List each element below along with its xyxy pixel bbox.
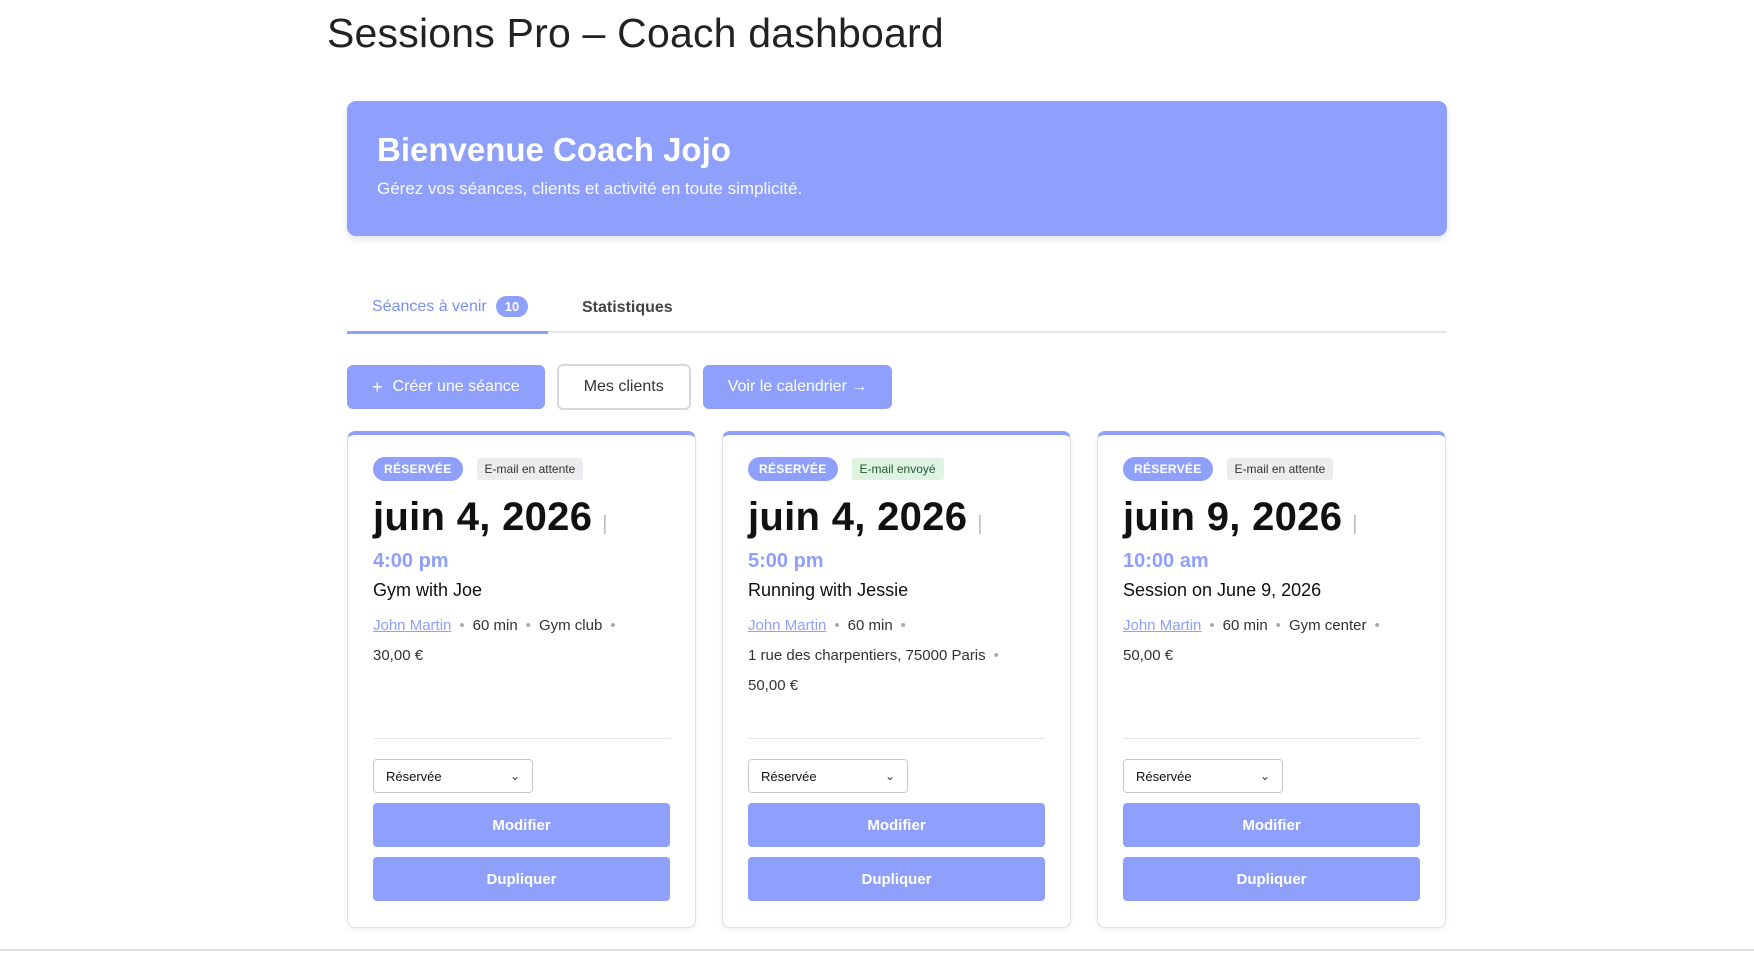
tab-bar: Séances à venir 10 Statistiques <box>347 282 1447 334</box>
chevron-down-icon: ⌄ <box>1259 769 1270 783</box>
my-clients-button[interactable]: Mes clients <box>556 364 691 410</box>
session-location: Gym club <box>538 617 603 634</box>
session-meta: John Martin • 60 min • Gym club • 30,00 € <box>373 617 616 664</box>
email-status-badge: E-mail en attente <box>1226 458 1334 480</box>
page-title: Sessions Pro – Coach dashboard <box>327 10 944 56</box>
session-location: Gym center <box>1288 617 1367 634</box>
page-bottom-divider <box>0 949 1754 951</box>
session-meta: John Martin • 60 min • 1 rue des charpentie… <box>748 617 999 694</box>
duplicate-button[interactable]: Dupliquer <box>1123 857 1420 901</box>
status-select[interactable]: Réservée ⌄ <box>373 759 533 793</box>
session-location: 1 rue des charpentiers, 75000 Paris <box>748 647 986 664</box>
tab-statistics[interactable]: Statistiques <box>582 282 673 333</box>
session-price: 50,00 € <box>1123 647 1174 664</box>
upcoming-count-badge: 10 <box>495 296 529 317</box>
session-price: 50,00 € <box>748 677 799 694</box>
email-status-badge: E-mail en attente <box>476 458 584 480</box>
status-select-value: Réservée <box>761 768 817 784</box>
session-price: 30,00 € <box>373 647 424 664</box>
welcome-subtitle: Gérez vos séances, clients et activité e… <box>377 179 803 198</box>
card-footer: Réservée ⌄ Modifier Dupliquer <box>748 738 1045 901</box>
status-select-value: Réservée <box>1136 768 1192 784</box>
session-time: 5:00 pm <box>748 550 824 572</box>
status-badge: RÉSERVÉE <box>373 457 463 481</box>
session-meta: John Martin • 60 min • Gym center • 50,00 € <box>1123 617 1380 664</box>
create-session-label: Créer une séance <box>392 378 520 395</box>
duplicate-button[interactable]: Dupliquer <box>748 857 1045 901</box>
client-link[interactable]: John Martin <box>373 617 451 634</box>
edit-button[interactable]: Modifier <box>748 803 1045 847</box>
session-card: RÉSERVÉE E-mail envoyé juin 4, 2026 | 5:… <box>722 431 1071 928</box>
card-footer: Réservée ⌄ Modifier Dupliquer <box>1123 738 1420 901</box>
session-time: 4:00 pm <box>373 550 449 572</box>
welcome-banner: Bienvenue Coach Jojo Gérez vos séances, … <box>347 101 1447 236</box>
session-date: juin 9, 2026 <box>1123 495 1343 539</box>
chevron-down-icon: ⌄ <box>884 769 895 783</box>
status-select[interactable]: Réservée ⌄ <box>748 759 908 793</box>
session-duration: 60 min <box>1222 617 1268 634</box>
status-select[interactable]: Réservée ⌄ <box>1123 759 1283 793</box>
plus-icon: + <box>372 376 383 397</box>
session-time: 10:00 am <box>1123 550 1209 572</box>
welcome-title: Bienvenue Coach Jojo <box>377 131 731 168</box>
create-session-button[interactable]: + Créer une séance <box>347 365 545 409</box>
view-calendar-button[interactable]: Voir le calendrier → <box>702 365 893 409</box>
action-bar: + Créer une séance Mes clients Voir le c… <box>347 364 893 410</box>
session-cards: RÉSERVÉE E-mail en attente juin 4, 2026 … <box>347 431 1446 928</box>
session-card: RÉSERVÉE E-mail en attente juin 4, 2026 … <box>347 431 696 928</box>
status-select-value: Réservée <box>386 768 442 784</box>
status-badge: RÉSERVÉE <box>748 457 838 481</box>
session-duration: 60 min <box>847 617 893 634</box>
duplicate-button[interactable]: Dupliquer <box>373 857 670 901</box>
email-status-badge: E-mail envoyé <box>851 458 944 480</box>
status-badge: RÉSERVÉE <box>1123 457 1213 481</box>
session-title: Session on June 9, 2026 <box>1123 580 1322 600</box>
card-footer: Réservée ⌄ Modifier Dupliquer <box>373 738 670 901</box>
tab-upcoming-sessions[interactable]: Séances à venir 10 <box>347 282 548 334</box>
edit-button[interactable]: Modifier <box>1123 803 1420 847</box>
edit-button[interactable]: Modifier <box>373 803 670 847</box>
session-title: Running with Jessie <box>748 580 909 600</box>
chevron-down-icon: ⌄ <box>509 769 520 783</box>
client-link[interactable]: John Martin <box>1123 617 1201 634</box>
session-date: juin 4, 2026 <box>373 495 593 539</box>
date-separator: | <box>602 513 608 535</box>
session-title: Gym with Joe <box>373 580 483 600</box>
client-link[interactable]: John Martin <box>748 617 826 634</box>
session-duration: 60 min <box>472 617 518 634</box>
date-separator: | <box>977 513 983 535</box>
tab-upcoming-label: Séances à venir <box>372 297 487 315</box>
date-separator: | <box>1352 513 1358 535</box>
session-date: juin 4, 2026 <box>748 495 968 539</box>
session-card: RÉSERVÉE E-mail en attente juin 9, 2026 … <box>1097 431 1446 928</box>
